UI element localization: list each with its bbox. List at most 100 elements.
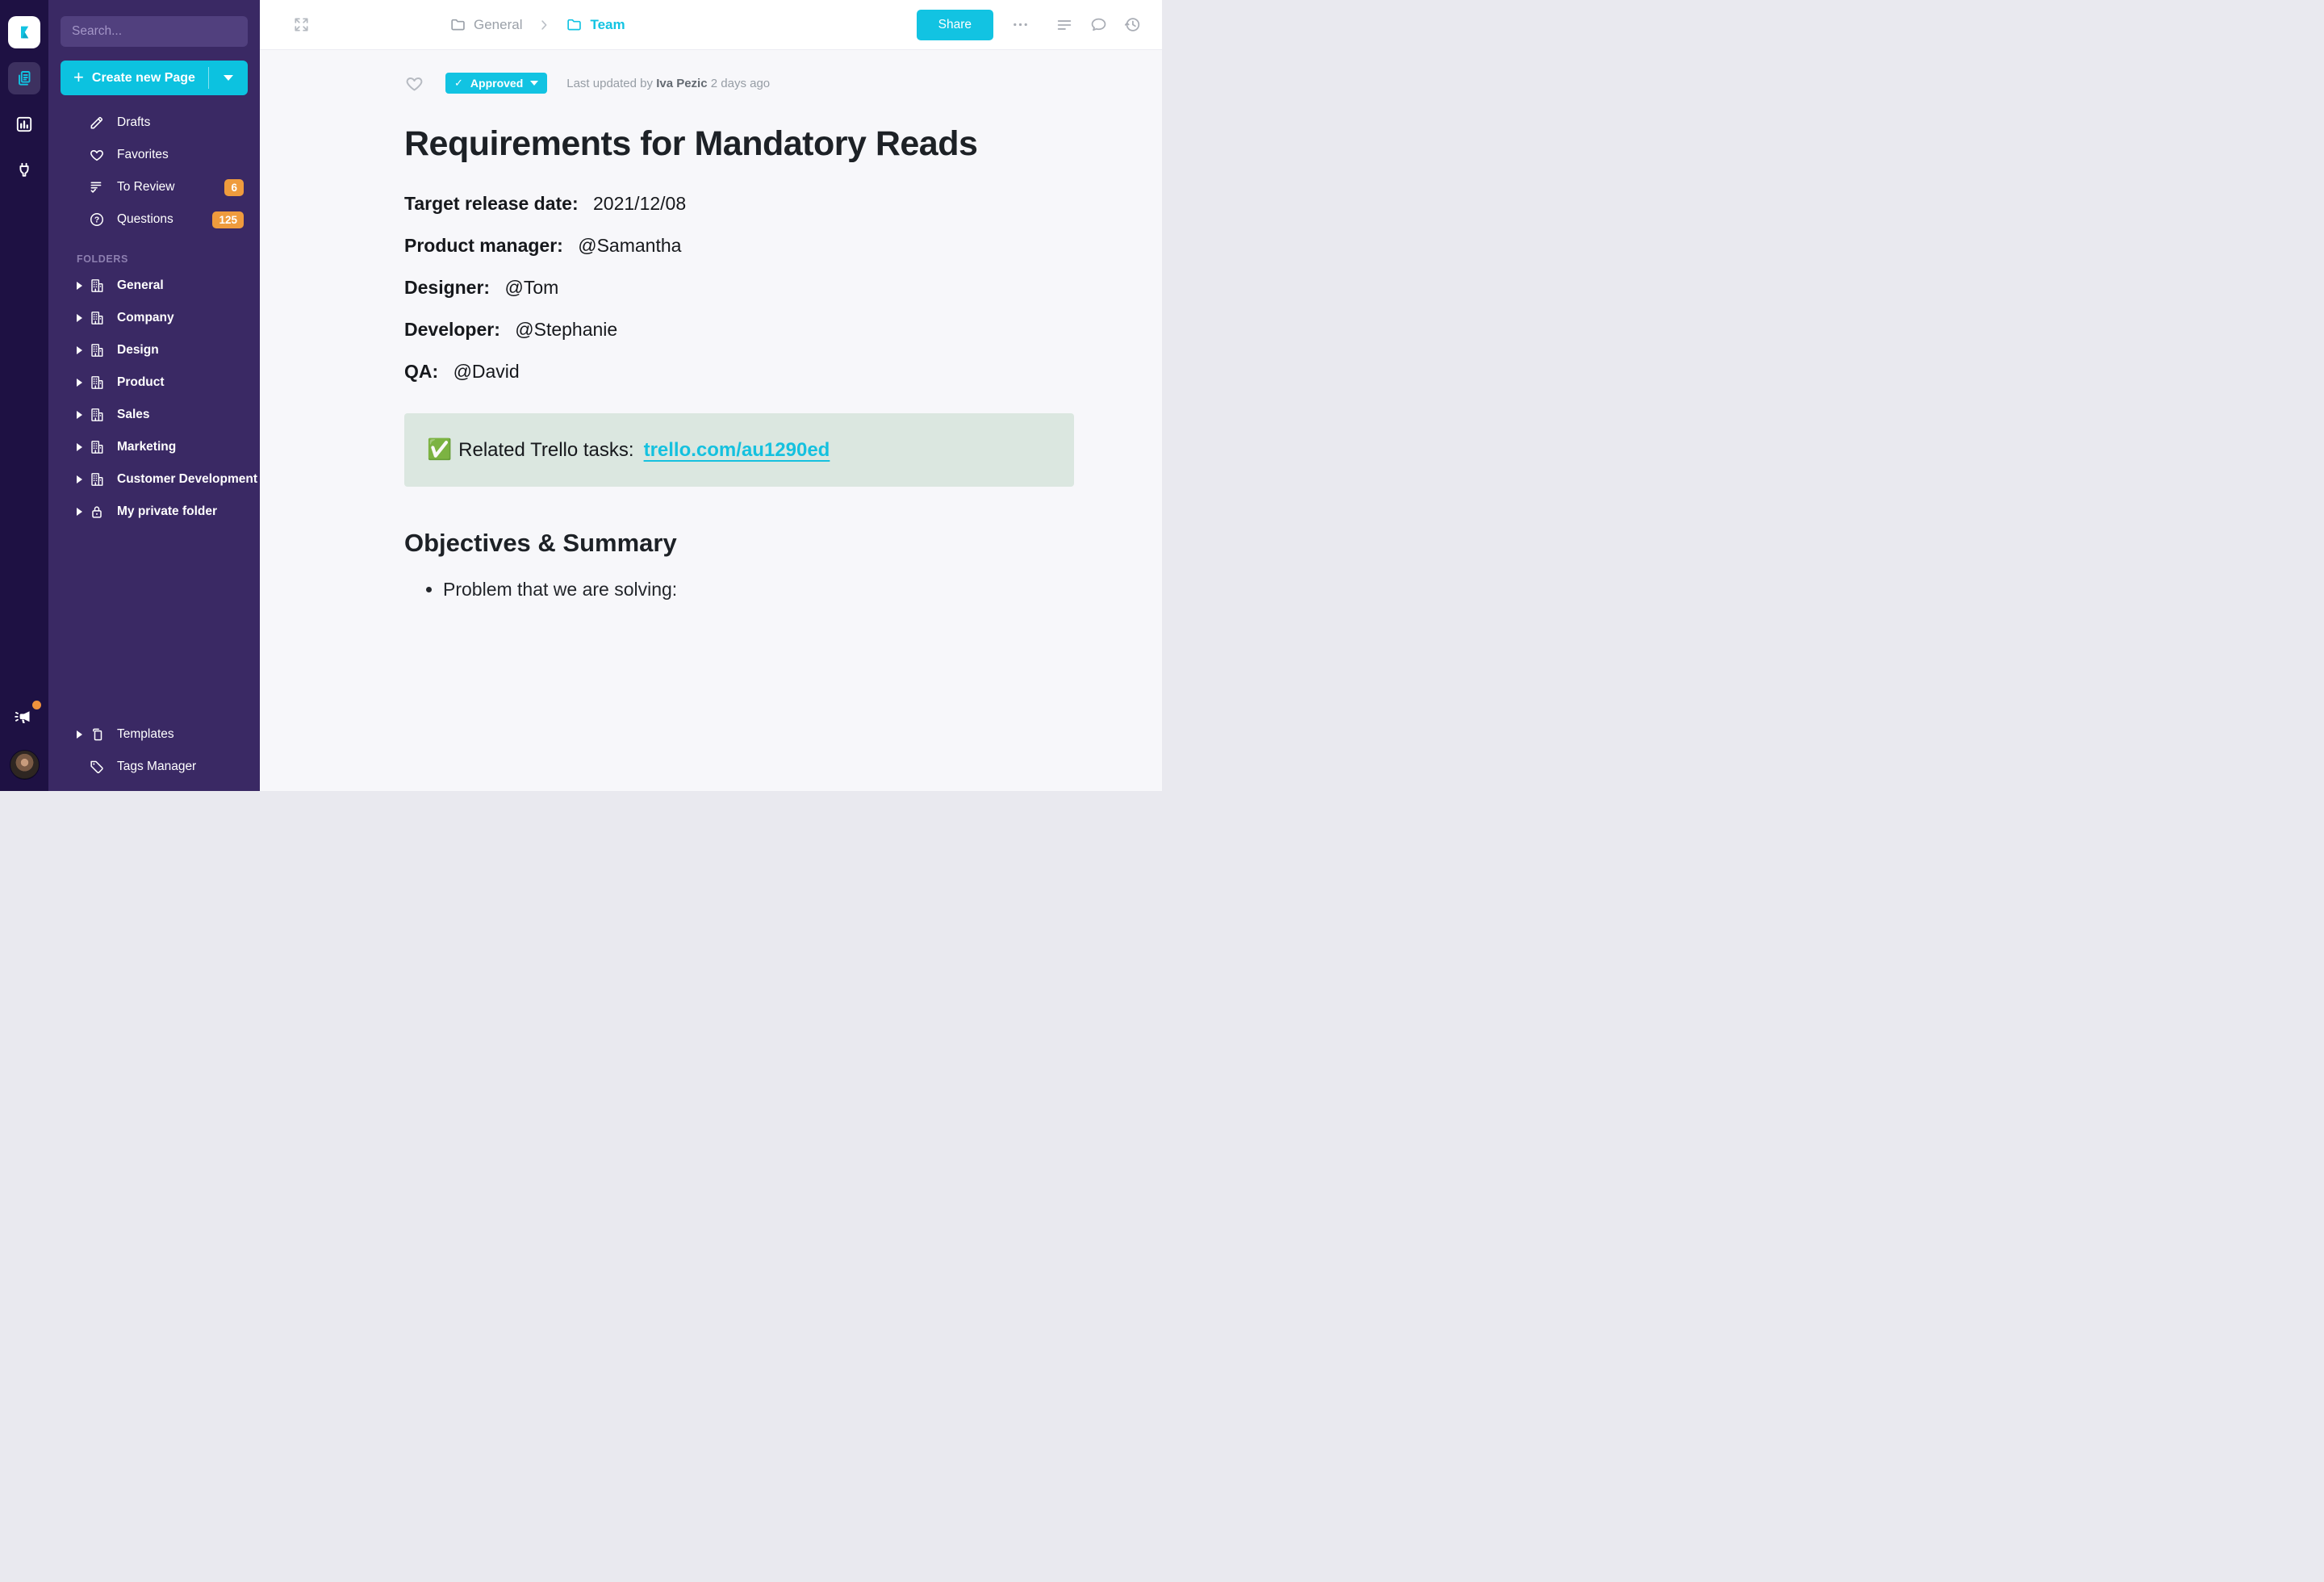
breadcrumb-item-team[interactable]: Team: [566, 16, 625, 33]
folder-item-marketing[interactable]: Marketing: [61, 431, 248, 463]
heart-icon: [404, 73, 424, 94]
folder-item-customer-development[interactable]: Customer Development: [61, 463, 248, 496]
building-icon: [89, 439, 105, 455]
sidebar-item-templates[interactable]: Templates: [61, 718, 248, 751]
field-label: QA:: [404, 361, 438, 382]
favorite-button[interactable]: [404, 73, 424, 94]
more-options-button[interactable]: [1011, 15, 1030, 34]
disclosure-triangle-icon[interactable]: [77, 346, 82, 354]
folder-item-company[interactable]: Company: [61, 302, 248, 334]
disclosure-triangle-icon[interactable]: [77, 314, 82, 322]
document: ✓ Approved Last updated by Iva Pezic 2 d…: [404, 73, 1074, 601]
folder-item-sales[interactable]: Sales: [61, 399, 248, 431]
announcements-button[interactable]: [14, 706, 35, 727]
field-label: Designer:: [404, 277, 490, 298]
rail-item-integrations[interactable]: [8, 154, 40, 186]
create-new-page-button[interactable]: + Create new Page: [61, 61, 248, 95]
check-mark-emoji: ✅: [427, 438, 452, 462]
pages-icon: [15, 69, 34, 88]
folder-item-my-private-folder[interactable]: My private folder: [61, 496, 248, 528]
heart-icon: [89, 147, 105, 163]
sidebar-item-label: To Review: [117, 180, 175, 195]
folder-label: Product: [117, 375, 165, 390]
pencil-icon: [89, 115, 105, 131]
page-title: Requirements for Mandatory Reads: [404, 124, 1074, 164]
building-icon: [89, 342, 105, 358]
building-icon: [89, 278, 105, 294]
folder-item-design[interactable]: Design: [61, 334, 248, 366]
breadcrumb-item-general[interactable]: General: [449, 16, 522, 33]
sidebar-item-to-review[interactable]: To Review 6: [61, 171, 248, 203]
search-input[interactable]: [61, 16, 248, 47]
field-target-release-date: Target release date: 2021/12/08: [404, 193, 1074, 215]
field-designer: Designer: @Tom: [404, 277, 1074, 299]
building-icon: [89, 310, 105, 326]
field-value[interactable]: @Samantha: [578, 235, 681, 256]
breadcrumb: General Team: [449, 16, 625, 33]
folders-list: General Company Design Product Sales: [61, 270, 248, 528]
sidebar-item-label: Favorites: [117, 148, 169, 162]
trello-link[interactable]: trello.com/au1290ed: [644, 439, 830, 462]
rail-item-pages[interactable]: [8, 62, 40, 94]
version-history-button[interactable]: [1123, 15, 1142, 34]
disclosure-triangle-icon[interactable]: [77, 475, 82, 483]
chevron-right-icon: [537, 18, 551, 32]
sidebar-item-tags-manager[interactable]: Tags Manager: [61, 751, 248, 783]
bullet-item: Problem that we are solving:: [443, 579, 1074, 601]
to-review-count-badge: 6: [224, 179, 244, 196]
folder-item-product[interactable]: Product: [61, 366, 248, 399]
kipwise-logo-icon: [15, 23, 34, 42]
field-label: Product manager:: [404, 235, 563, 256]
expand-fullscreen-button[interactable]: [292, 15, 311, 34]
metadata-fields: Target release date: 2021/12/08 Product …: [404, 193, 1074, 383]
user-avatar[interactable]: [10, 750, 40, 780]
folder-item-general[interactable]: General: [61, 270, 248, 302]
bullet-list: Problem that we are solving:: [404, 579, 1074, 601]
sidebar-item-label: Drafts: [117, 115, 150, 130]
folder-label: My private folder: [117, 504, 217, 519]
comments-button[interactable]: [1089, 15, 1108, 34]
status-label: Approved: [470, 77, 523, 90]
folder-icon: [566, 16, 583, 33]
document-scroll-area[interactable]: ✓ Approved Last updated by Iva Pezic 2 d…: [260, 50, 1162, 791]
history-clock-icon: [1123, 15, 1142, 34]
disclosure-triangle-icon[interactable]: [77, 443, 82, 451]
folder-label: Marketing: [117, 440, 176, 454]
text-lines-icon: [1055, 16, 1073, 34]
sidebar-item-label: Tags Manager: [117, 760, 196, 774]
outline-toggle-button[interactable]: [1055, 16, 1073, 34]
last-updated-text: Last updated by Iva Pezic 2 days ago: [566, 77, 770, 90]
field-value[interactable]: @Stephanie: [515, 319, 617, 340]
field-value[interactable]: @Tom: [504, 277, 558, 298]
disclosure-triangle-icon[interactable]: [77, 730, 82, 739]
topbar-actions: Share: [917, 10, 1142, 40]
notification-dot: [32, 701, 41, 709]
sidebar-item-favorites[interactable]: Favorites: [61, 139, 248, 171]
folder-label: General: [117, 278, 164, 293]
icon-rail: [0, 0, 48, 791]
create-page-dropdown[interactable]: [209, 61, 248, 95]
expand-icon: [292, 15, 311, 34]
building-icon: [89, 471, 105, 488]
field-developer: Developer: @Stephanie: [404, 319, 1074, 341]
create-new-page-main[interactable]: + Create new Page: [61, 61, 208, 95]
sidebar-item-questions[interactable]: Questions 125: [61, 203, 248, 236]
check-icon: ✓: [454, 77, 463, 90]
megaphone-icon: [14, 706, 35, 727]
disclosure-triangle-icon[interactable]: [77, 411, 82, 419]
topbar: General Team Share: [260, 0, 1162, 50]
building-icon: [89, 407, 105, 423]
disclosure-triangle-icon[interactable]: [77, 379, 82, 387]
disclosure-triangle-icon[interactable]: [77, 282, 82, 290]
folder-label: Company: [117, 311, 174, 325]
rail-item-analytics[interactable]: [8, 108, 40, 140]
disclosure-triangle-icon[interactable]: [77, 508, 82, 516]
question-circle-icon: [89, 211, 105, 228]
bar-chart-icon: [15, 115, 34, 134]
app-logo[interactable]: [8, 16, 40, 48]
field-value[interactable]: @David: [454, 361, 520, 382]
sidebar-item-drafts[interactable]: Drafts: [61, 107, 248, 139]
share-button[interactable]: Share: [917, 10, 993, 40]
status-badge[interactable]: ✓ Approved: [445, 73, 547, 94]
field-label: Developer:: [404, 319, 500, 340]
